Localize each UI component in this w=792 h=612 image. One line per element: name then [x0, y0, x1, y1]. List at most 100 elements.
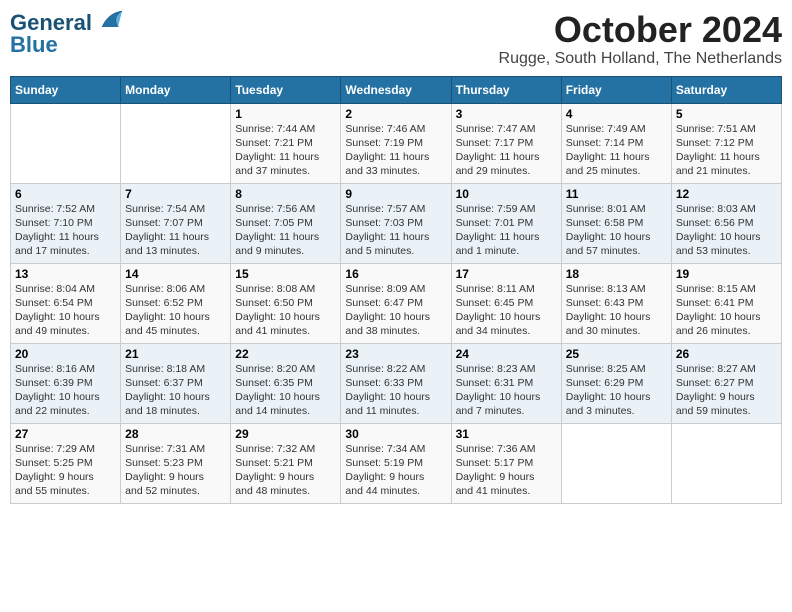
- calendar-cell: 30Sunrise: 7:34 AMSunset: 5:19 PMDayligh…: [341, 423, 451, 503]
- day-number: 12: [676, 187, 777, 201]
- day-detail: Sunrise: 7:54 AMSunset: 7:07 PMDaylight:…: [125, 202, 226, 259]
- calendar-cell: 7Sunrise: 7:54 AMSunset: 7:07 PMDaylight…: [121, 183, 231, 263]
- calendar-cell: [671, 423, 781, 503]
- day-number: 30: [345, 427, 446, 441]
- day-number: 24: [456, 347, 557, 361]
- day-detail: Sunrise: 7:44 AMSunset: 7:21 PMDaylight:…: [235, 122, 336, 179]
- logo: General Blue: [10, 10, 126, 58]
- day-detail: Sunrise: 7:47 AMSunset: 7:17 PMDaylight:…: [456, 122, 557, 179]
- day-detail: Sunrise: 7:31 AMSunset: 5:23 PMDaylight:…: [125, 442, 226, 499]
- day-number: 27: [15, 427, 116, 441]
- calendar-week-1: 1Sunrise: 7:44 AMSunset: 7:21 PMDaylight…: [11, 103, 782, 183]
- calendar-cell: 22Sunrise: 8:20 AMSunset: 6:35 PMDayligh…: [231, 343, 341, 423]
- day-number: 13: [15, 267, 116, 281]
- day-detail: Sunrise: 8:18 AMSunset: 6:37 PMDaylight:…: [125, 362, 226, 419]
- day-number: 23: [345, 347, 446, 361]
- day-detail: Sunrise: 8:15 AMSunset: 6:41 PMDaylight:…: [676, 282, 777, 339]
- calendar-cell: 21Sunrise: 8:18 AMSunset: 6:37 PMDayligh…: [121, 343, 231, 423]
- logo-bird-icon: [94, 9, 126, 31]
- weekday-header-saturday: Saturday: [671, 76, 781, 103]
- day-detail: Sunrise: 8:23 AMSunset: 6:31 PMDaylight:…: [456, 362, 557, 419]
- calendar-cell: 28Sunrise: 7:31 AMSunset: 5:23 PMDayligh…: [121, 423, 231, 503]
- day-detail: Sunrise: 7:32 AMSunset: 5:21 PMDaylight:…: [235, 442, 336, 499]
- calendar-cell: 9Sunrise: 7:57 AMSunset: 7:03 PMDaylight…: [341, 183, 451, 263]
- day-number: 21: [125, 347, 226, 361]
- day-number: 7: [125, 187, 226, 201]
- calendar-cell: 14Sunrise: 8:06 AMSunset: 6:52 PMDayligh…: [121, 263, 231, 343]
- calendar-cell: 31Sunrise: 7:36 AMSunset: 5:17 PMDayligh…: [451, 423, 561, 503]
- weekday-header-thursday: Thursday: [451, 76, 561, 103]
- calendar-cell: 18Sunrise: 8:13 AMSunset: 6:43 PMDayligh…: [561, 263, 671, 343]
- calendar-week-3: 13Sunrise: 8:04 AMSunset: 6:54 PMDayligh…: [11, 263, 782, 343]
- day-detail: Sunrise: 8:16 AMSunset: 6:39 PMDaylight:…: [15, 362, 116, 419]
- day-detail: Sunrise: 8:13 AMSunset: 6:43 PMDaylight:…: [566, 282, 667, 339]
- weekday-header-friday: Friday: [561, 76, 671, 103]
- location-subtitle: Rugge, South Holland, The Netherlands: [499, 50, 782, 68]
- day-number: 15: [235, 267, 336, 281]
- day-detail: Sunrise: 7:36 AMSunset: 5:17 PMDaylight:…: [456, 442, 557, 499]
- day-detail: Sunrise: 8:08 AMSunset: 6:50 PMDaylight:…: [235, 282, 336, 339]
- day-number: 4: [566, 107, 667, 121]
- calendar-body: 1Sunrise: 7:44 AMSunset: 7:21 PMDaylight…: [11, 103, 782, 503]
- weekday-header-row: SundayMondayTuesdayWednesdayThursdayFrid…: [11, 76, 782, 103]
- calendar-cell: [11, 103, 121, 183]
- day-number: 29: [235, 427, 336, 441]
- calendar-cell: 23Sunrise: 8:22 AMSunset: 6:33 PMDayligh…: [341, 343, 451, 423]
- day-detail: Sunrise: 7:56 AMSunset: 7:05 PMDaylight:…: [235, 202, 336, 259]
- day-detail: Sunrise: 8:20 AMSunset: 6:35 PMDaylight:…: [235, 362, 336, 419]
- day-number: 2: [345, 107, 446, 121]
- calendar-cell: [121, 103, 231, 183]
- day-number: 20: [15, 347, 116, 361]
- calendar-cell: 16Sunrise: 8:09 AMSunset: 6:47 PMDayligh…: [341, 263, 451, 343]
- calendar-cell: 20Sunrise: 8:16 AMSunset: 6:39 PMDayligh…: [11, 343, 121, 423]
- logo-blue: Blue: [10, 32, 58, 58]
- day-number: 31: [456, 427, 557, 441]
- weekday-header-wednesday: Wednesday: [341, 76, 451, 103]
- page-header: General Blue October 2024 Rugge, South H…: [10, 10, 782, 68]
- day-number: 8: [235, 187, 336, 201]
- calendar-cell: 6Sunrise: 7:52 AMSunset: 7:10 PMDaylight…: [11, 183, 121, 263]
- weekday-header-tuesday: Tuesday: [231, 76, 341, 103]
- calendar-cell: 29Sunrise: 7:32 AMSunset: 5:21 PMDayligh…: [231, 423, 341, 503]
- day-detail: Sunrise: 7:51 AMSunset: 7:12 PMDaylight:…: [676, 122, 777, 179]
- calendar-table: SundayMondayTuesdayWednesdayThursdayFrid…: [10, 76, 782, 504]
- calendar-cell: 3Sunrise: 7:47 AMSunset: 7:17 PMDaylight…: [451, 103, 561, 183]
- calendar-cell: 4Sunrise: 7:49 AMSunset: 7:14 PMDaylight…: [561, 103, 671, 183]
- day-number: 25: [566, 347, 667, 361]
- weekday-header-monday: Monday: [121, 76, 231, 103]
- day-number: 28: [125, 427, 226, 441]
- day-number: 1: [235, 107, 336, 121]
- day-number: 11: [566, 187, 667, 201]
- calendar-cell: 15Sunrise: 8:08 AMSunset: 6:50 PMDayligh…: [231, 263, 341, 343]
- day-detail: Sunrise: 8:03 AMSunset: 6:56 PMDaylight:…: [676, 202, 777, 259]
- day-detail: Sunrise: 7:34 AMSunset: 5:19 PMDaylight:…: [345, 442, 446, 499]
- day-detail: Sunrise: 8:04 AMSunset: 6:54 PMDaylight:…: [15, 282, 116, 339]
- calendar-cell: 19Sunrise: 8:15 AMSunset: 6:41 PMDayligh…: [671, 263, 781, 343]
- day-detail: Sunrise: 7:49 AMSunset: 7:14 PMDaylight:…: [566, 122, 667, 179]
- day-detail: Sunrise: 8:09 AMSunset: 6:47 PMDaylight:…: [345, 282, 446, 339]
- calendar-cell: 12Sunrise: 8:03 AMSunset: 6:56 PMDayligh…: [671, 183, 781, 263]
- calendar-cell: 24Sunrise: 8:23 AMSunset: 6:31 PMDayligh…: [451, 343, 561, 423]
- day-number: 14: [125, 267, 226, 281]
- day-detail: Sunrise: 7:57 AMSunset: 7:03 PMDaylight:…: [345, 202, 446, 259]
- day-detail: Sunrise: 8:25 AMSunset: 6:29 PMDaylight:…: [566, 362, 667, 419]
- day-detail: Sunrise: 8:22 AMSunset: 6:33 PMDaylight:…: [345, 362, 446, 419]
- day-number: 22: [235, 347, 336, 361]
- day-number: 10: [456, 187, 557, 201]
- day-number: 16: [345, 267, 446, 281]
- day-number: 17: [456, 267, 557, 281]
- calendar-week-2: 6Sunrise: 7:52 AMSunset: 7:10 PMDaylight…: [11, 183, 782, 263]
- calendar-cell: 17Sunrise: 8:11 AMSunset: 6:45 PMDayligh…: [451, 263, 561, 343]
- calendar-cell: 13Sunrise: 8:04 AMSunset: 6:54 PMDayligh…: [11, 263, 121, 343]
- day-detail: Sunrise: 7:59 AMSunset: 7:01 PMDaylight:…: [456, 202, 557, 259]
- day-number: 3: [456, 107, 557, 121]
- day-detail: Sunrise: 8:11 AMSunset: 6:45 PMDaylight:…: [456, 282, 557, 339]
- calendar-cell: 25Sunrise: 8:25 AMSunset: 6:29 PMDayligh…: [561, 343, 671, 423]
- day-number: 9: [345, 187, 446, 201]
- calendar-cell: 26Sunrise: 8:27 AMSunset: 6:27 PMDayligh…: [671, 343, 781, 423]
- day-detail: Sunrise: 7:46 AMSunset: 7:19 PMDaylight:…: [345, 122, 446, 179]
- calendar-cell: 11Sunrise: 8:01 AMSunset: 6:58 PMDayligh…: [561, 183, 671, 263]
- calendar-cell: [561, 423, 671, 503]
- calendar-cell: 10Sunrise: 7:59 AMSunset: 7:01 PMDayligh…: [451, 183, 561, 263]
- day-detail: Sunrise: 8:01 AMSunset: 6:58 PMDaylight:…: [566, 202, 667, 259]
